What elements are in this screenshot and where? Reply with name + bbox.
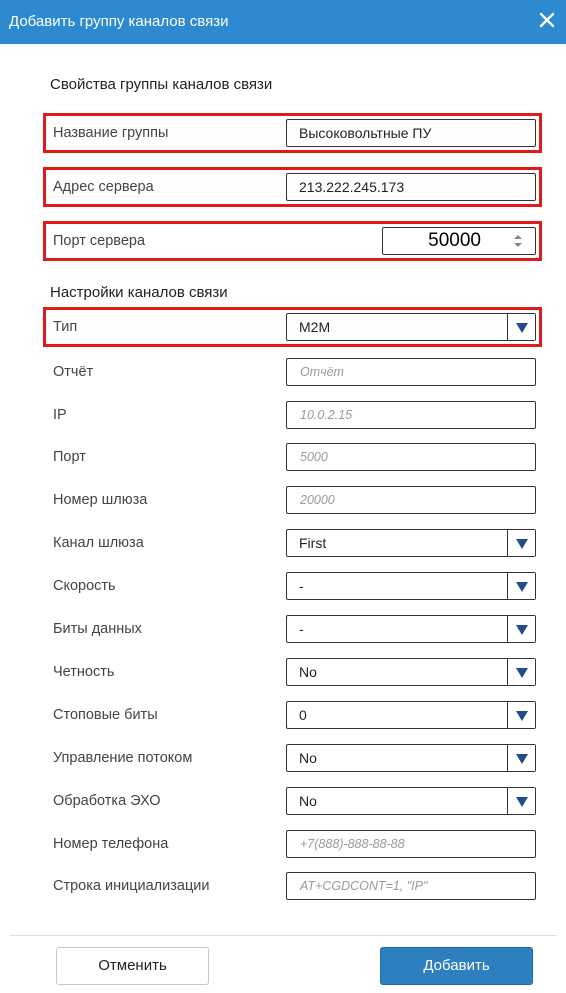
row-ip: IP 10.0.2.15 bbox=[43, 395, 542, 435]
echo-label: Обработка ЭХО bbox=[53, 793, 161, 809]
phone-placeholder: +7(888)-888-88-88 bbox=[300, 837, 405, 851]
row-gateway-channel: Канал шлюза First bbox=[43, 523, 542, 563]
type-select[interactable]: M2M bbox=[286, 313, 536, 341]
stop-bits-value: 0 bbox=[299, 707, 307, 723]
init-string-label: Строка инициализации bbox=[53, 878, 210, 894]
port-input[interactable]: 5000 bbox=[286, 443, 536, 471]
speed-value: - bbox=[299, 578, 304, 594]
row-init-string: Строка инициализации AT+CGDCONT=1, "IP" bbox=[43, 866, 542, 906]
row-gateway-number: Номер шлюза 20000 bbox=[43, 480, 542, 520]
chevron-down-icon[interactable] bbox=[507, 314, 535, 340]
parity-select[interactable]: No bbox=[286, 658, 536, 686]
server-address-label: Адрес сервера bbox=[53, 179, 154, 195]
stepper-arrows-icon[interactable] bbox=[513, 234, 523, 248]
row-data-bits: Биты данных - bbox=[43, 609, 542, 649]
type-label: Тип bbox=[53, 319, 78, 335]
gateway-channel-select[interactable]: First bbox=[286, 529, 536, 557]
report-label: Отчёт bbox=[53, 364, 94, 380]
parity-value: No bbox=[299, 664, 317, 680]
row-report: Отчёт Отчёт bbox=[43, 352, 542, 392]
stop-bits-label: Стоповые биты bbox=[53, 707, 158, 723]
stop-bits-select[interactable]: 0 bbox=[286, 701, 536, 729]
server-port-stepper[interactable]: 50000 bbox=[382, 227, 536, 255]
port-placeholder: 5000 bbox=[300, 450, 328, 464]
row-stop-bits: Стоповые биты 0 bbox=[43, 695, 542, 735]
server-port-label: Порт сервера bbox=[53, 233, 146, 249]
row-group-name: Название группы Высоковольтные ПУ bbox=[43, 113, 542, 153]
row-type: Тип M2M bbox=[43, 307, 542, 347]
init-string-input[interactable]: AT+CGDCONT=1, "IP" bbox=[286, 872, 536, 900]
group-name-input[interactable]: Высоковольтные ПУ bbox=[286, 119, 536, 147]
section-title-group-properties: Свойства группы каналов связи bbox=[50, 76, 273, 93]
data-bits-select[interactable]: - bbox=[286, 615, 536, 643]
speed-select[interactable]: - bbox=[286, 572, 536, 600]
flow-control-label: Управление потоком bbox=[53, 750, 193, 766]
data-bits-label: Биты данных bbox=[53, 621, 142, 637]
port-label: Порт bbox=[53, 449, 86, 465]
footer-divider bbox=[10, 935, 556, 936]
server-address-input[interactable]: 213.222.245.173 bbox=[286, 173, 536, 201]
row-server-address: Адрес сервера 213.222.245.173 bbox=[43, 167, 542, 207]
close-icon[interactable] bbox=[536, 9, 558, 31]
chevron-down-icon[interactable] bbox=[507, 573, 535, 599]
parity-label: Четность bbox=[53, 664, 115, 680]
dialog-titlebar: Добавить группу каналов связи bbox=[0, 0, 566, 44]
phone-label: Номер телефона bbox=[53, 836, 169, 852]
gateway-number-input[interactable]: 20000 bbox=[286, 486, 536, 514]
dialog-title: Добавить группу каналов связи bbox=[9, 13, 229, 30]
gateway-number-placeholder: 20000 bbox=[300, 493, 335, 507]
server-port-value: 50000 bbox=[428, 230, 481, 251]
report-input[interactable]: Отчёт bbox=[286, 358, 536, 386]
row-echo: Обработка ЭХО No bbox=[43, 781, 542, 821]
group-name-value: Высоковольтные ПУ bbox=[299, 125, 432, 141]
chevron-down-icon[interactable] bbox=[507, 745, 535, 771]
row-server-port: Порт сервера 50000 bbox=[43, 221, 542, 261]
gateway-number-label: Номер шлюза bbox=[53, 492, 148, 508]
speed-label: Скорость bbox=[53, 578, 116, 594]
row-flow-control: Управление потоком No bbox=[43, 738, 542, 778]
chevron-down-icon[interactable] bbox=[507, 616, 535, 642]
section-title-channel-settings: Настройки каналов связи bbox=[50, 284, 228, 301]
row-port: Порт 5000 bbox=[43, 437, 542, 477]
cancel-button[interactable]: Отменить bbox=[56, 947, 209, 985]
group-name-label: Название группы bbox=[53, 125, 169, 141]
gateway-channel-value: First bbox=[299, 535, 327, 551]
chevron-down-icon[interactable] bbox=[507, 530, 535, 556]
flow-control-value: No bbox=[299, 750, 317, 766]
chevron-down-icon[interactable] bbox=[507, 659, 535, 685]
add-button[interactable]: Добавить bbox=[380, 947, 533, 985]
type-value: M2M bbox=[299, 319, 331, 335]
init-string-placeholder: AT+CGDCONT=1, "IP" bbox=[300, 879, 428, 893]
ip-input[interactable]: 10.0.2.15 bbox=[286, 401, 536, 429]
gateway-channel-label: Канал шлюза bbox=[53, 535, 144, 551]
server-address-value: 213.222.245.173 bbox=[299, 179, 405, 195]
chevron-down-icon[interactable] bbox=[507, 788, 535, 814]
row-phone: Номер телефона +7(888)-888-88-88 bbox=[43, 824, 542, 864]
phone-input[interactable]: +7(888)-888-88-88 bbox=[286, 830, 536, 858]
echo-value: No bbox=[299, 793, 317, 809]
chevron-down-icon[interactable] bbox=[507, 702, 535, 728]
flow-control-select[interactable]: No bbox=[286, 744, 536, 772]
ip-placeholder: 10.0.2.15 bbox=[300, 408, 353, 422]
echo-select[interactable]: No bbox=[286, 787, 536, 815]
row-parity: Четность No bbox=[43, 652, 542, 692]
data-bits-value: - bbox=[299, 621, 304, 637]
report-placeholder: Отчёт bbox=[300, 365, 344, 379]
row-speed: Скорость - bbox=[43, 566, 542, 606]
ip-label: IP bbox=[53, 407, 67, 423]
